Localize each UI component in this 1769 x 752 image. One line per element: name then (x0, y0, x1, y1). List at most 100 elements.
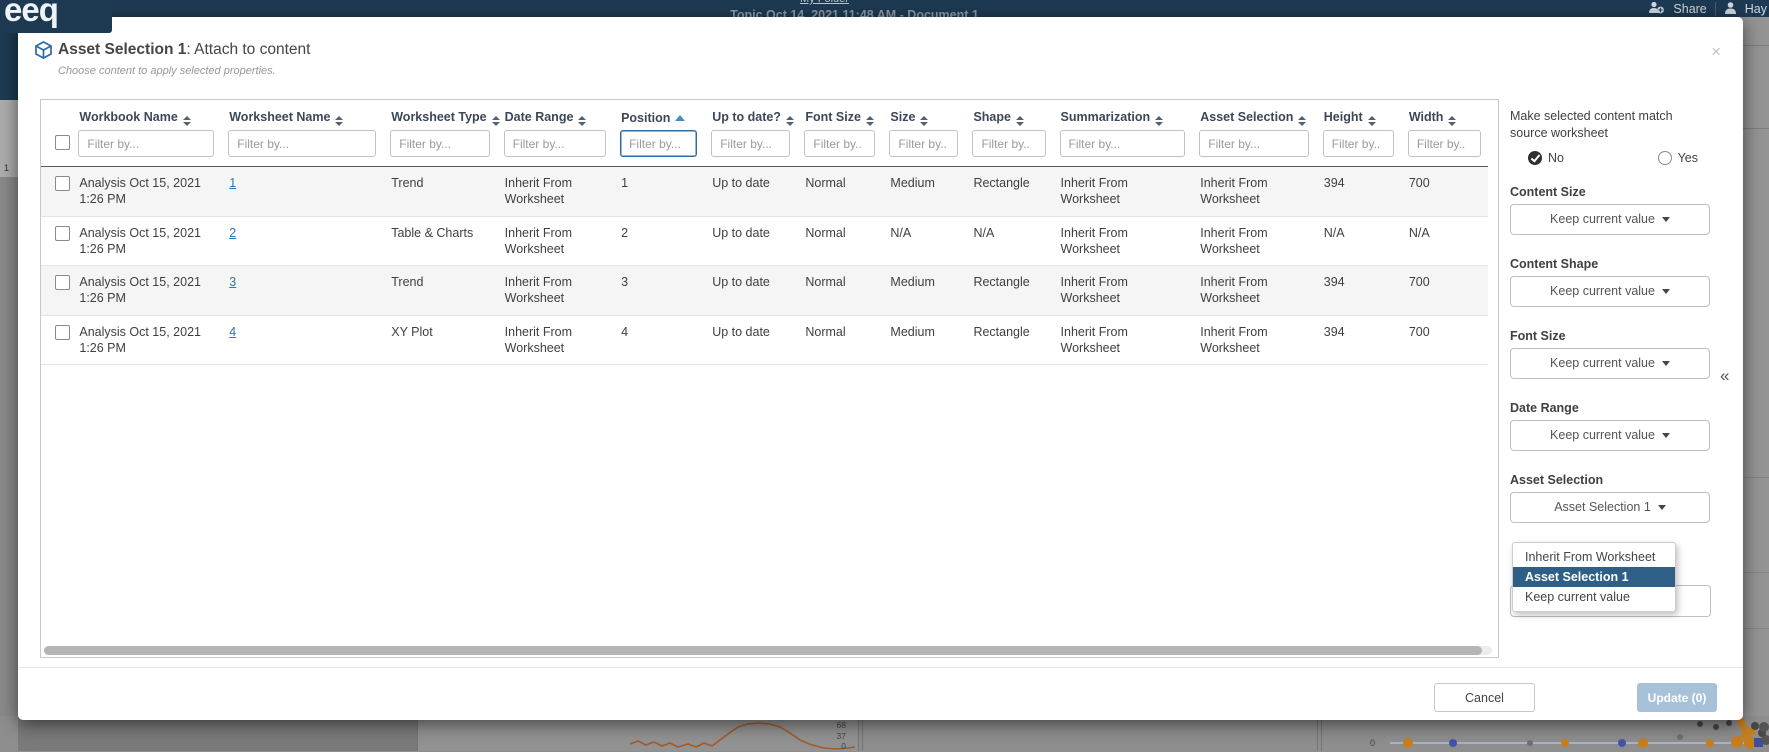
filter-input-up_to_date[interactable] (711, 130, 790, 157)
column-header-position[interactable]: Position (613, 100, 704, 128)
radio-no[interactable]: No (1528, 151, 1564, 165)
section-label-content-size: Content Size (1510, 185, 1710, 199)
cell-width: N/A (1401, 216, 1488, 266)
scrollbar-thumb[interactable] (44, 646, 1482, 655)
modal-title: Asset Selection 1: Attach to content (58, 41, 310, 59)
collapse-panel-icon[interactable]: « (1720, 366, 1729, 386)
table-row: Analysis Oct 15, 2021 1:26 PM1TrendInher… (41, 167, 1488, 217)
cell-worksheet_name: 1 (221, 167, 383, 217)
column-header-width[interactable]: Width (1401, 100, 1488, 128)
sort-icon[interactable] (1368, 116, 1376, 126)
sort-icon[interactable] (183, 116, 191, 126)
sort-icon[interactable] (920, 116, 928, 126)
cell-worksheet_type: Table & Charts (383, 216, 496, 266)
page-right-edge (1743, 17, 1769, 751)
close-icon[interactable]: × (1711, 43, 1721, 60)
column-header-worksheet_name[interactable]: Worksheet Name (221, 100, 383, 128)
filter-input-position[interactable] (620, 130, 697, 157)
column-header-height[interactable]: Height (1316, 100, 1401, 128)
select-all-checkbox[interactable] (55, 135, 70, 150)
filter-input-size[interactable] (889, 130, 958, 157)
cell-summarization: Inherit From Worksheet (1053, 315, 1193, 365)
background-trend-line (0, 716, 1769, 751)
background-scatter-dots (1403, 718, 1769, 749)
cell-asset_selection: Inherit From Worksheet (1192, 167, 1316, 217)
dropdown-asset-selection[interactable]: Asset Selection 1 (1510, 492, 1710, 523)
column-header-summarization[interactable]: Summarization (1053, 100, 1193, 128)
column-header-date_range[interactable]: Date Range (497, 100, 613, 128)
sort-icon[interactable] (492, 116, 500, 126)
cell-worksheet_name: 2 (221, 216, 383, 266)
cell-asset_selection: Inherit From Worksheet (1192, 266, 1316, 316)
breadcrumb[interactable]: My Folder (0, 0, 1649, 5)
sort-icon[interactable] (786, 116, 794, 126)
row-checkbox[interactable] (55, 226, 70, 241)
filter-input-shape[interactable] (972, 130, 1045, 157)
modal-footer: Cancel Update (0) (18, 667, 1743, 720)
user-menu[interactable]: Hay (1745, 2, 1767, 16)
update-button[interactable]: Update (0) (1637, 683, 1717, 712)
dropdown-content-shape[interactable]: Keep current value (1510, 276, 1710, 307)
column-header-workbook_name[interactable]: Workbook Name (71, 100, 221, 128)
cell-font_size: Normal (797, 216, 882, 266)
worksheet-link[interactable]: 2 (229, 226, 236, 240)
cell-select (41, 216, 71, 266)
filter-input-font_size[interactable] (804, 130, 875, 157)
chevron-down-icon (1662, 289, 1670, 294)
sort-icon[interactable] (1448, 116, 1456, 126)
filter-input-summarization[interactable] (1060, 130, 1186, 157)
worksheet-link[interactable]: 4 (229, 325, 236, 339)
column-header-up_to_date[interactable]: Up to date? (704, 100, 797, 128)
cell-summarization: Inherit From Worksheet (1053, 167, 1193, 217)
filter-input-asset_selection[interactable] (1199, 130, 1309, 157)
cell-height: N/A (1316, 216, 1401, 266)
worksheet-link[interactable]: 3 (229, 275, 236, 289)
row-checkbox[interactable] (55, 325, 70, 340)
cell-size: Medium (882, 167, 965, 217)
column-header-select (41, 100, 71, 128)
cell-shape: Rectangle (965, 315, 1052, 365)
cell-position: 2 (613, 216, 704, 266)
sort-icon[interactable] (578, 116, 586, 126)
column-header-worksheet_type[interactable]: Worksheet Type (383, 100, 496, 128)
cell-shape: N/A (965, 216, 1052, 266)
sort-icon[interactable] (866, 116, 874, 126)
filter-input-width[interactable] (1408, 130, 1481, 157)
sort-icon[interactable] (1298, 116, 1306, 126)
dropdown-date-range[interactable]: Keep current value (1510, 420, 1710, 451)
share-button[interactable]: Share (1673, 2, 1706, 16)
horizontal-scrollbar[interactable] (44, 646, 1492, 655)
app-logo[interactable]: eeq (4, 0, 58, 29)
sort-icon[interactable] (1155, 116, 1163, 126)
filter-input-worksheet_type[interactable] (390, 130, 489, 157)
cell-date_range: Inherit From Worksheet (497, 315, 613, 365)
background-scatter-zero: 0 (1370, 738, 1375, 748)
cell-worksheet_type: Trend (383, 167, 496, 217)
dropdown-content-size[interactable]: Keep current value (1510, 204, 1710, 235)
dropdown-font-size[interactable]: Keep current value (1510, 348, 1710, 379)
sort-icon[interactable] (675, 115, 685, 121)
filter-input-height[interactable] (1323, 130, 1394, 157)
radio-yes[interactable]: Yes (1658, 151, 1698, 165)
row-checkbox[interactable] (55, 275, 70, 290)
table-row: Analysis Oct 15, 2021 1:26 PM4XY PlotInh… (41, 315, 1488, 365)
menu-item[interactable]: Asset Selection 1 (1513, 567, 1675, 587)
column-header-asset_selection[interactable]: Asset Selection (1192, 100, 1316, 128)
filter-input-worksheet_name[interactable] (228, 130, 376, 157)
cell-worksheet_name: 3 (221, 266, 383, 316)
cell-workbook_name: Analysis Oct 15, 2021 1:26 PM (71, 315, 221, 365)
column-header-font_size[interactable]: Font Size (797, 100, 882, 128)
filter-input-workbook_name[interactable] (78, 130, 214, 157)
worksheet-link[interactable]: 1 (229, 176, 236, 190)
filter-input-date_range[interactable] (504, 130, 606, 157)
column-header-size[interactable]: Size (882, 100, 965, 128)
cell-worksheet_type: XY Plot (383, 315, 496, 365)
sort-icon[interactable] (1016, 116, 1024, 126)
section-label-font-size: Font Size (1510, 329, 1710, 343)
menu-item[interactable]: Keep current value (1513, 587, 1675, 607)
sort-icon[interactable] (335, 116, 343, 126)
cancel-button[interactable]: Cancel (1434, 683, 1535, 712)
row-checkbox[interactable] (55, 176, 70, 191)
column-header-shape[interactable]: Shape (965, 100, 1052, 128)
menu-item[interactable]: Inherit From Worksheet (1513, 547, 1675, 567)
